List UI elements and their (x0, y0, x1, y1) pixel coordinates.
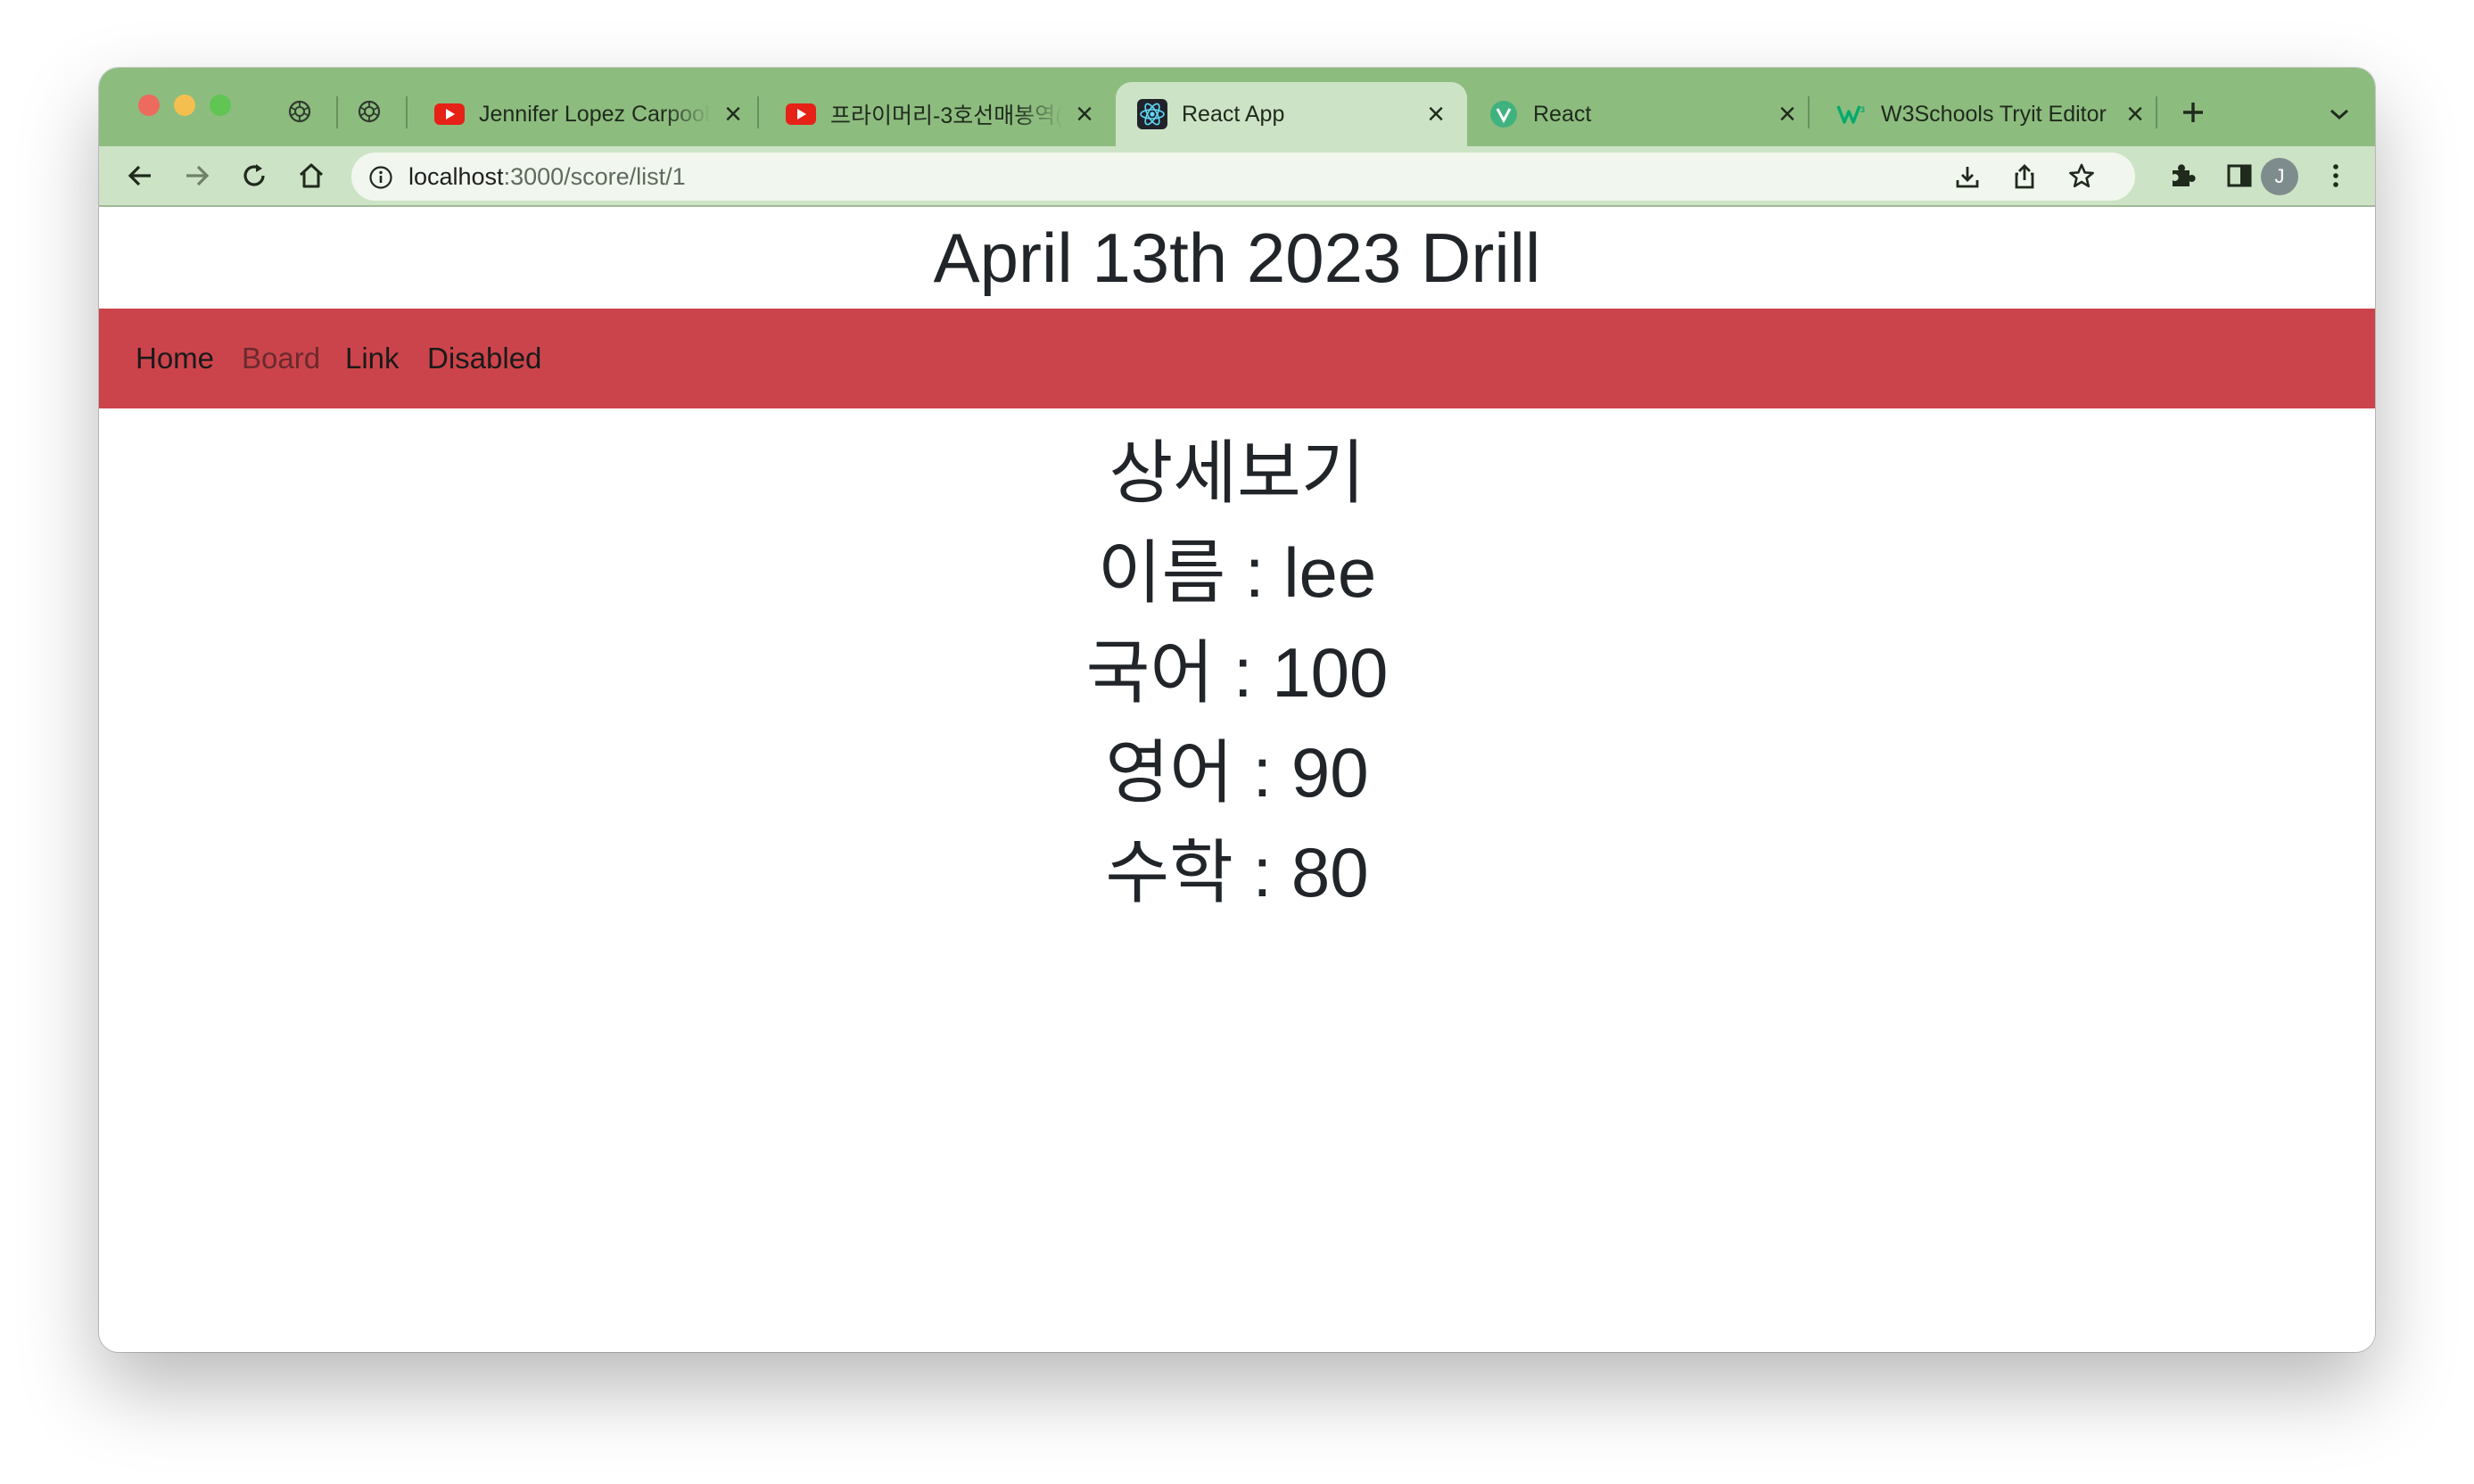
tab-w3schools[interactable]: 3 W3Schools Tryit Editor × (1815, 82, 2166, 146)
detail-korean-score: 국어 : 100 (1085, 633, 1389, 712)
extensions-button[interactable] (2165, 158, 2200, 194)
url-path: :3000/score/list/1 (503, 163, 686, 190)
chatgpt-icon (288, 100, 311, 123)
close-tab-icon[interactable]: × (720, 97, 746, 131)
close-window-button[interactable] (138, 95, 160, 116)
page-content: April 13th 2023 Drill Home Board Link Di… (99, 207, 2375, 1352)
nav-link-home[interactable]: Home (136, 309, 214, 408)
detail-english-score: 영어 : 90 (1105, 733, 1369, 812)
side-panel-icon (2227, 164, 2252, 187)
vue-icon (1489, 99, 1519, 129)
reload-button[interactable] (236, 158, 272, 194)
react-icon (1137, 99, 1167, 129)
w3schools-icon: 3 (1836, 99, 1867, 129)
detail-math-score: 수학 : 80 (1105, 833, 1369, 911)
chatgpt-icon (358, 100, 381, 123)
tab-title: W3Schools Tryit Editor (1881, 101, 2107, 127)
install-app-button[interactable] (1951, 161, 1983, 193)
tab-separator (406, 96, 408, 128)
tab-react[interactable]: React × (1467, 82, 1818, 146)
nav-link-disabled: Disabled (427, 342, 542, 375)
nav-link-board[interactable]: Board (242, 309, 320, 408)
more-vertical-icon (2333, 164, 2338, 187)
browser-toolbar: localhost:3000/score/list/1 J (99, 146, 2375, 207)
tab-title: 프라이머리-3호선매봉역(가 (830, 103, 1062, 128)
close-tab-icon[interactable]: × (1774, 97, 1801, 131)
new-tab-button[interactable] (2175, 95, 2211, 130)
navbar: Home Board Link Disabled (99, 309, 2375, 408)
puzzle-icon (2173, 164, 2196, 186)
tab-primary-memory[interactable]: 프라이머리-3호선매봉역(가 × (764, 82, 1116, 146)
detail-name: 이름 : lee (1097, 533, 1377, 612)
page-title: April 13th 2023 Drill (933, 218, 1541, 297)
tab-separator (1808, 96, 1810, 128)
youtube-icon (434, 99, 465, 129)
tab-title: React App (1182, 101, 1285, 127)
home-icon (299, 163, 324, 188)
install-icon (1956, 167, 1979, 188)
maximize-window-button[interactable] (210, 95, 231, 116)
tab-search-button[interactable] (2321, 96, 2357, 132)
info-icon[interactable] (367, 164, 394, 191)
youtube-icon (786, 99, 816, 129)
nav-link-link[interactable]: Link (345, 309, 400, 408)
tab-separator (2156, 96, 2157, 128)
profile-avatar[interactable]: J (2261, 158, 2298, 195)
detail-heading: 상세보기 (1109, 433, 1365, 512)
menu-button[interactable] (2318, 158, 2354, 194)
tab-separator (336, 96, 338, 128)
home-button[interactable] (293, 158, 329, 194)
pinned-tab-chatgpt[interactable] (356, 98, 383, 125)
svg-text:3: 3 (1860, 105, 1865, 114)
address-bar[interactable]: localhost:3000/score/list/1 (351, 153, 2135, 201)
share-icon (2015, 164, 2034, 189)
tab-jennifer-lopez[interactable]: Jennifer Lopez Carpool × (413, 82, 764, 146)
side-panel-button[interactable] (2222, 158, 2257, 194)
pinned-tab-chatgpt[interactable] (286, 98, 313, 125)
browser-window: Jennifer Lopez Carpool × 프라이머리-3호선매봉역(가 … (99, 68, 2375, 1352)
arrow-left-icon (128, 165, 151, 186)
tab-title: Jennifer Lopez Carpool (479, 101, 710, 127)
close-tab-icon[interactable]: × (2122, 97, 2148, 131)
close-tab-icon[interactable]: × (1071, 97, 1098, 131)
share-button[interactable] (2008, 161, 2041, 193)
minimize-window-button[interactable] (174, 95, 195, 116)
url-host: localhost (408, 163, 504, 190)
close-tab-icon[interactable]: × (1423, 97, 1449, 131)
url-text: localhost:3000/score/list/1 (408, 153, 686, 201)
reload-icon (243, 164, 265, 186)
tab-title: React (1533, 101, 1592, 127)
tab-react-app[interactable]: React App × (1116, 82, 1467, 146)
bookmark-button[interactable] (2066, 161, 2098, 193)
back-button[interactable] (122, 158, 158, 194)
forward-button[interactable] (179, 158, 215, 194)
chevron-down-icon (2330, 109, 2348, 120)
tab-separator (757, 96, 759, 128)
star-icon (2069, 163, 2094, 188)
tab-strip: Jennifer Lopez Carpool × 프라이머리-3호선매봉역(가 … (99, 68, 2375, 146)
plus-icon (2183, 103, 2203, 122)
arrow-right-icon (186, 165, 210, 186)
